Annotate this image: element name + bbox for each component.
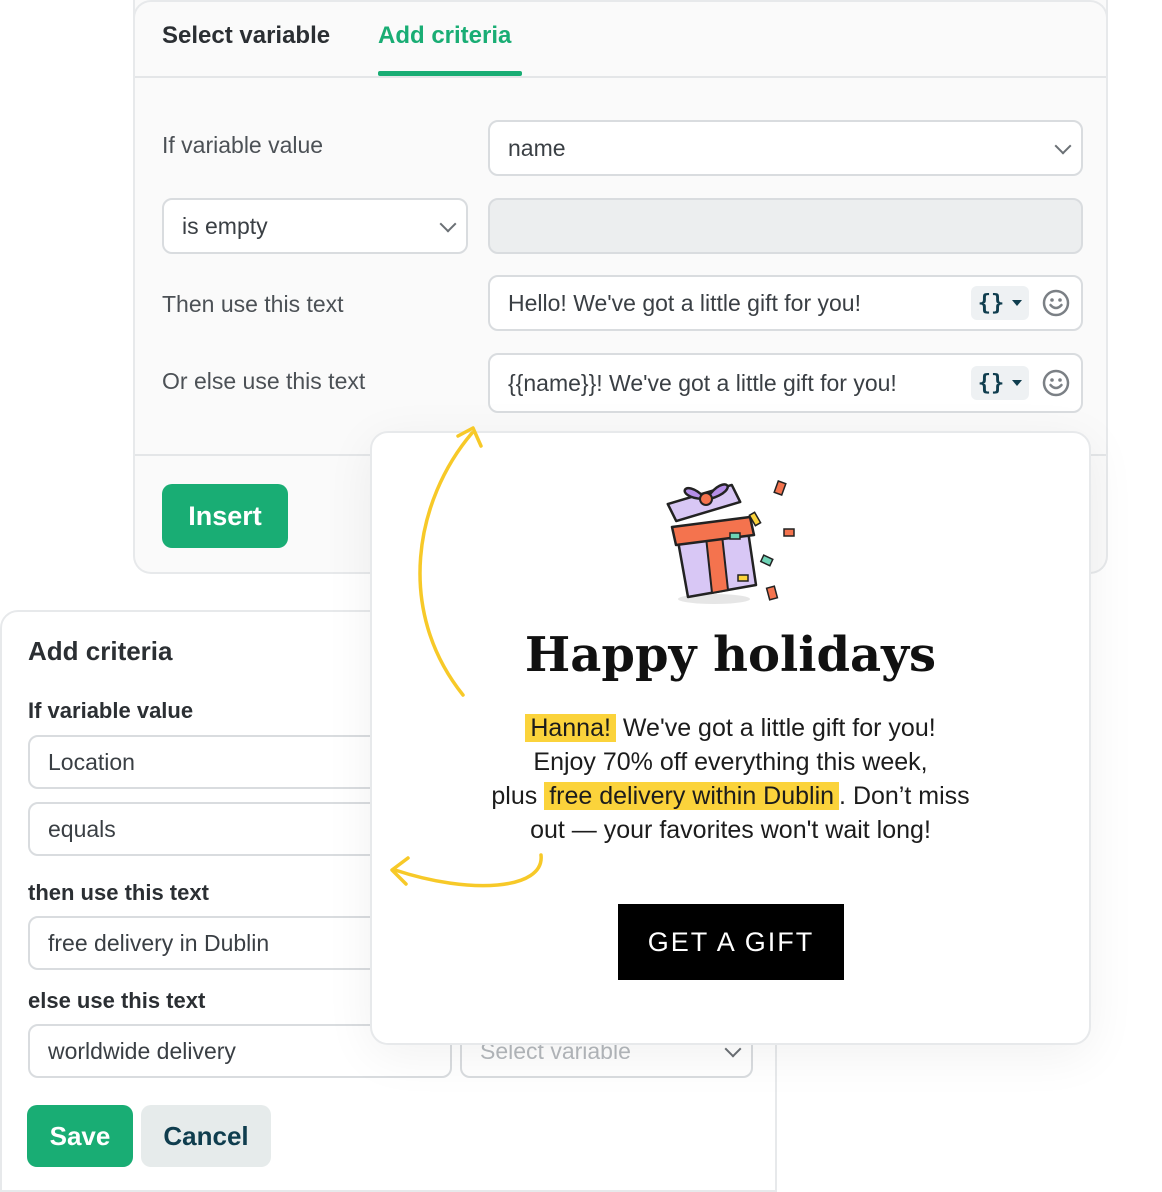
delivery-highlight: free delivery within Dublin [544, 782, 840, 810]
if-variable-label: If variable value [28, 698, 194, 723]
else-text-label: else use this text [28, 988, 206, 1013]
if-variable-label: If variable value [162, 132, 324, 158]
email-line-4: out — your favorites won't wait long! [530, 816, 931, 844]
then-text-label: Then use this text [162, 291, 344, 317]
condition-select-value: is empty [182, 212, 268, 239]
email-body: Hanna! We've got a little gift for you! … [432, 711, 1029, 847]
braces-icon: {} [977, 370, 1005, 396]
name-highlight: Hanna! [525, 714, 616, 742]
active-tab-indicator [378, 71, 522, 76]
chevron-down-icon [439, 215, 457, 233]
condition-field-value: equals [48, 815, 116, 842]
cancel-button[interactable]: Cancel [141, 1105, 271, 1167]
variable-select[interactable]: name [488, 120, 1083, 176]
email-line-3-end: . Don’t miss [839, 782, 970, 810]
gift-box-icon [666, 480, 795, 604]
email-title: Happy holidays [524, 627, 937, 683]
email-line-3-start: plus [491, 782, 538, 810]
email-line-1: We've got a little gift for you! [622, 714, 936, 742]
emoji-icon[interactable] [1041, 288, 1071, 318]
else-text-input[interactable]: {{name}}! We've got a little gift for yo… [488, 353, 1083, 413]
then-text-value: free delivery in Dublin [48, 929, 270, 956]
email-preview-card: Happy holidays Hanna! We've got a little… [370, 431, 1091, 1045]
condition-value-input[interactable] [488, 198, 1083, 254]
tab-select-variable[interactable]: Select variable [162, 22, 330, 50]
caret-down-icon [1012, 380, 1023, 386]
emoji-icon[interactable] [1041, 368, 1071, 398]
caret-down-icon [1012, 300, 1023, 306]
variable-field-value: Location [48, 748, 135, 775]
else-text-value: worldwide delivery [48, 1037, 236, 1064]
then-text-input[interactable]: Hello! We've got a little gift for you! … [488, 275, 1083, 331]
braces-icon: {} [977, 290, 1005, 316]
save-button[interactable]: Save [27, 1105, 133, 1167]
insert-variable-button[interactable]: {} [971, 366, 1029, 400]
then-text-value: Hello! We've got a little gift for you! [508, 289, 861, 316]
chevron-down-icon [1054, 137, 1072, 155]
insert-variable-button[interactable]: {} [971, 286, 1029, 320]
email-line-2: Enjoy 70% off everything this week, [533, 748, 928, 776]
else-text-value: {{name}}! We've got a little gift for yo… [508, 369, 897, 396]
get-gift-button[interactable]: GET A GIFT [618, 904, 844, 980]
panel-title: Add criteria [28, 636, 173, 666]
else-text-label: Or else use this text [162, 368, 366, 394]
tab-bar: Select variable Add criteria [135, 0, 1106, 78]
tab-add-criteria[interactable]: Add criteria [378, 22, 511, 50]
condition-select[interactable]: is empty [162, 198, 468, 254]
variable-select-value: name [508, 134, 566, 161]
then-text-label: then use this text [28, 880, 209, 905]
insert-button[interactable]: Insert [162, 484, 288, 548]
